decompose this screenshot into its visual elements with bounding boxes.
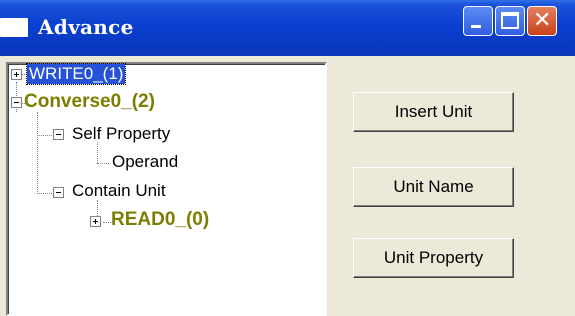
unit-name-button[interactable]: Unit Name: [353, 167, 514, 207]
collapse-icon[interactable]: [53, 187, 64, 198]
unit-property-button[interactable]: Unit Property: [353, 238, 514, 278]
collapse-icon[interactable]: [11, 97, 22, 108]
close-button[interactable]: ✕: [527, 6, 557, 36]
maximize-button[interactable]: [495, 6, 525, 36]
app-icon: [0, 18, 28, 37]
tree-connector: [37, 193, 52, 194]
tree-node-converse0[interactable]: Converse0_(2): [24, 91, 155, 113]
unit-tree-view[interactable]: WRITE0_(1) Converse0_(2) Self Property O…: [6, 62, 327, 316]
collapse-icon[interactable]: [53, 129, 64, 140]
tree-connector: [37, 112, 38, 192]
insert-unit-button[interactable]: Insert Unit: [353, 92, 514, 132]
expand-icon[interactable]: [90, 216, 101, 227]
close-icon: ✕: [533, 8, 552, 33]
tree-node-operand[interactable]: Operand: [112, 152, 178, 172]
minimize-button[interactable]: [463, 6, 493, 36]
tree-connector: [97, 163, 109, 164]
tree-node-write0[interactable]: WRITE0_(1): [25, 63, 127, 85]
tree-node-read0[interactable]: READ0_(0): [111, 209, 209, 231]
tree-connector: [37, 135, 52, 136]
window-title: Advance: [38, 15, 134, 39]
maximize-icon: [501, 12, 519, 29]
tree-node-self-property[interactable]: Self Property: [72, 124, 170, 144]
tree-connector: [103, 222, 111, 223]
expand-icon[interactable]: [11, 69, 22, 80]
tree-node-contain-unit[interactable]: Contain Unit: [72, 181, 166, 201]
title-bar[interactable]: Advance ✕: [0, 0, 575, 56]
tree-connector: [97, 142, 98, 163]
minimize-icon: [471, 25, 481, 28]
